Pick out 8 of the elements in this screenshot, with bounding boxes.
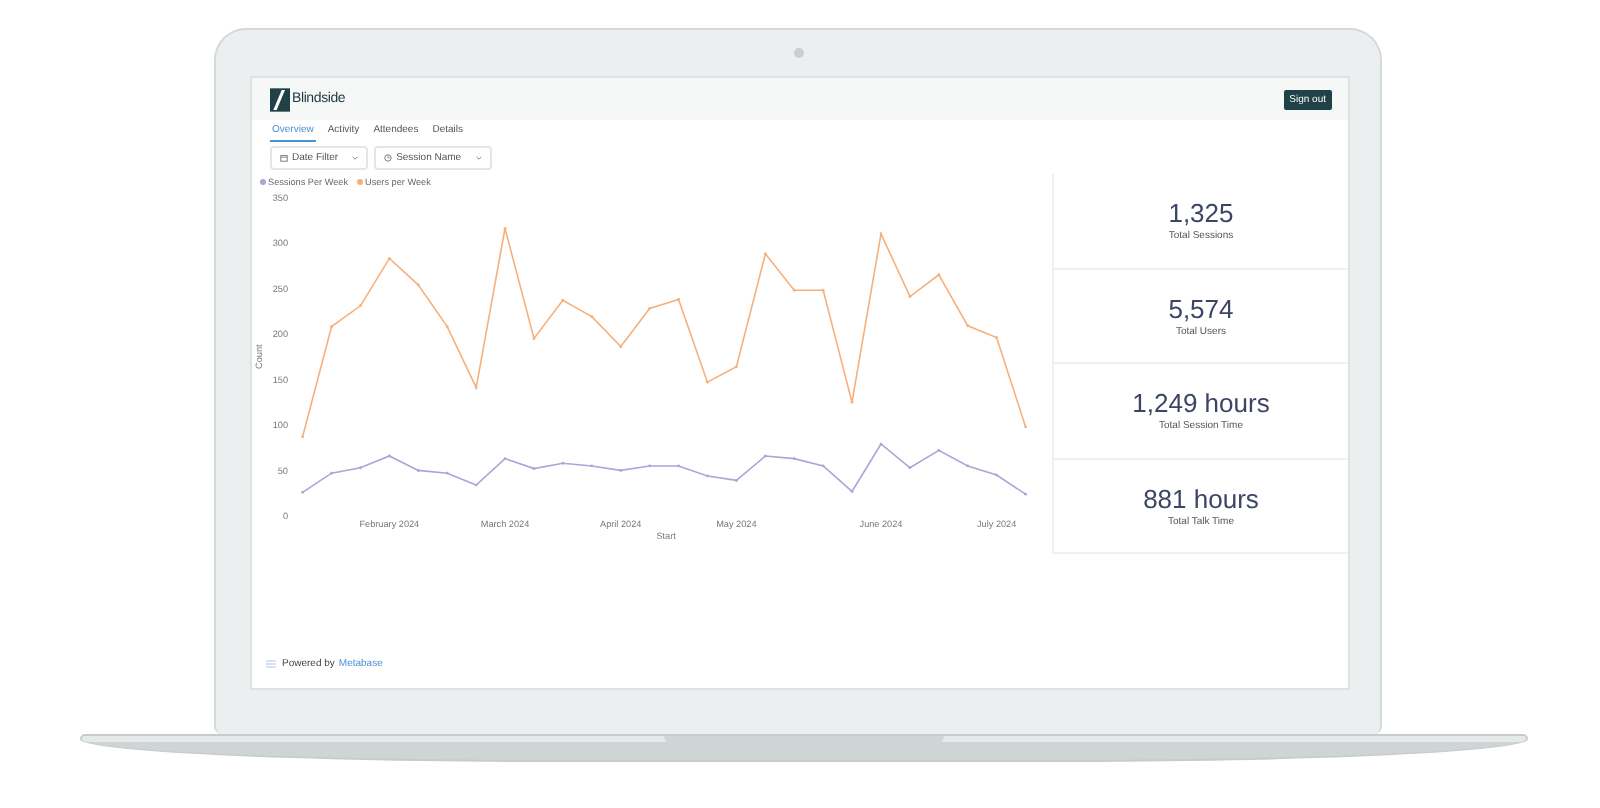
stat-value: 1,249 hours: [1132, 388, 1270, 419]
stat-value: 1,325: [1168, 198, 1234, 229]
clock-icon: [384, 153, 393, 161]
stat-value: 881 hours: [1143, 483, 1259, 514]
camera-dot: [793, 48, 803, 58]
calendar-icon: [280, 153, 288, 161]
logo-icon: [270, 87, 290, 111]
stat-value: 5,574: [1168, 293, 1234, 324]
